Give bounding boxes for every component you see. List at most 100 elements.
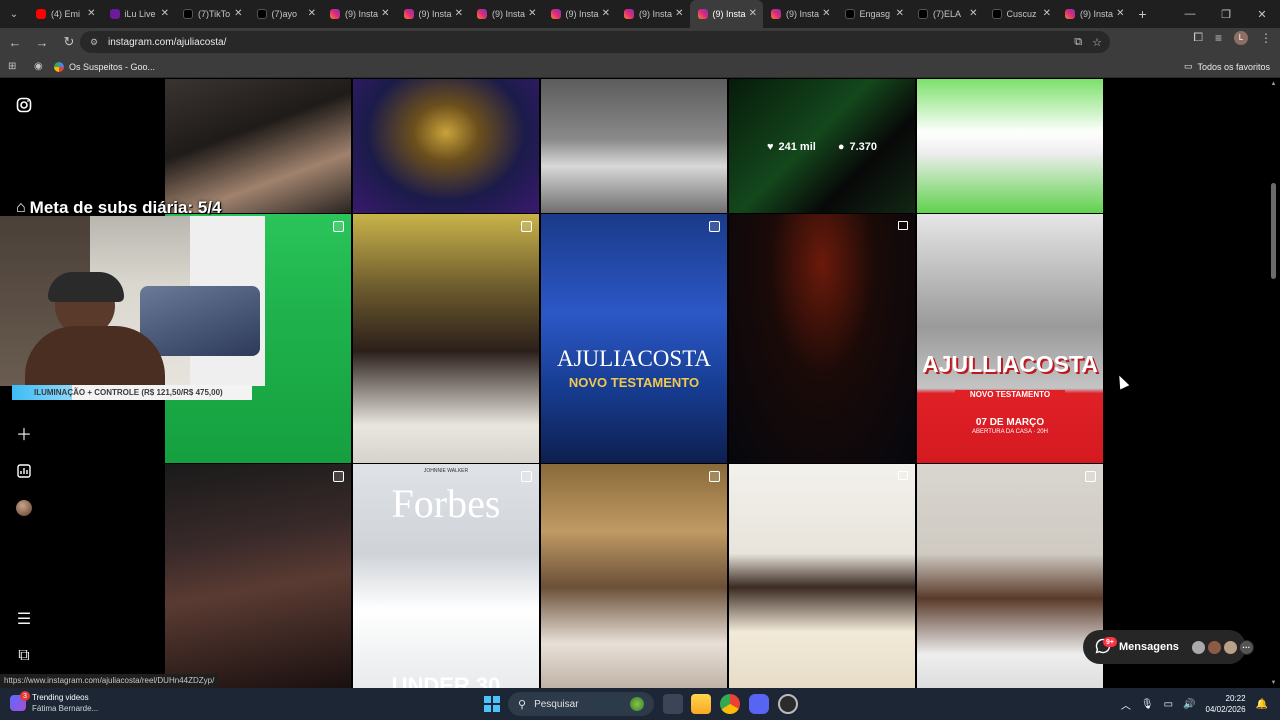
- browser-tab[interactable]: (7)TikTo ✕: [175, 0, 249, 28]
- tab-title: (9) Insta: [345, 9, 379, 19]
- more-menu-icon[interactable]: ☰: [14, 609, 34, 629]
- close-tab-icon[interactable]: ✕: [381, 8, 389, 19]
- post-thumbnail[interactable]: [541, 79, 727, 213]
- menu-kebab-icon[interactable]: ⋮: [1260, 31, 1272, 45]
- event-date: 07 DE MARÇO: [975, 417, 1045, 428]
- close-tab-icon[interactable]: ✕: [969, 8, 977, 19]
- avatar: [1190, 639, 1206, 655]
- file-explorer-icon[interactable]: [691, 694, 711, 714]
- post-thumbnail[interactable]: [917, 464, 1103, 688]
- posts-grid: ♥ 241 mil ● 7.370 AJULIACOSTA NOVO TESTAME…: [165, 79, 1104, 688]
- post-thumbnail[interactable]: JOHNNIE WALKER Forbes UNDER 30: [353, 464, 539, 688]
- taskbar-search[interactable]: ⚲ Pesquisar: [508, 692, 654, 716]
- tab-title: iLu Live: [124, 9, 156, 19]
- scrollbar-thumb[interactable]: [1271, 183, 1276, 279]
- new-tab-button[interactable]: +: [1131, 6, 1155, 22]
- close-window-button[interactable]: ✕: [1244, 0, 1280, 28]
- also-from-meta-icon[interactable]: ⧉: [14, 646, 34, 666]
- post-thumbnail[interactable]: [353, 214, 539, 463]
- browser-tab[interactable]: (7)ayo ✕: [249, 0, 323, 28]
- browser-tab[interactable]: (9) Insta ✕: [763, 0, 837, 28]
- post-thumbnail-hovered[interactable]: ♥ 241 mil ● 7.370: [729, 79, 915, 213]
- reel-icon: [709, 221, 720, 232]
- notifications-icon[interactable]: 🔔: [1256, 699, 1268, 710]
- microphone-icon[interactable]: 🎙: [1141, 699, 1154, 710]
- browser-tab[interactable]: (4) Emi ✕: [28, 0, 102, 28]
- browser-tab[interactable]: (7)ELA ✕: [910, 0, 984, 28]
- browser-tab[interactable]: Cuscuz ✕: [984, 0, 1058, 28]
- site-info-icon[interactable]: ⚙: [90, 37, 100, 47]
- browser-tab[interactable]: (9) Insta ✕: [616, 0, 690, 28]
- bookmark-item[interactable]: Os Suspeitos - Goo...: [54, 61, 155, 72]
- close-tab-icon[interactable]: ✕: [234, 8, 242, 19]
- network-icon[interactable]: ▭: [1164, 699, 1173, 710]
- widgets-button[interactable]: 3 Trending videos Fátima Bernarde...: [10, 691, 98, 714]
- browser-tab[interactable]: iLu Live ✕: [102, 0, 176, 28]
- restore-button[interactable]: ❐: [1208, 0, 1244, 28]
- instagram-icon: [771, 9, 781, 19]
- browser-tab[interactable]: (9) Insta ✕: [469, 0, 543, 28]
- windows-taskbar: 3 Trending videos Fátima Bernarde... ⚲ P…: [0, 688, 1280, 720]
- tray-overflow-icon[interactable]: ︿: [1121, 697, 1131, 712]
- post-thumbnail[interactable]: AJULLIACOSTA NOVO TESTAMENTO 07 DE MARÇO…: [917, 214, 1103, 463]
- chrome-icon[interactable]: [720, 694, 740, 714]
- browser-tab[interactable]: (9) Insta ✕: [689, 0, 763, 28]
- all-bookmarks-button[interactable]: ▭ Todos os favoritos: [1184, 61, 1270, 72]
- browser-tab[interactable]: (9) Insta ✕: [322, 0, 396, 28]
- scroll-down-arrow-icon[interactable]: ▼: [1270, 680, 1277, 686]
- post-thumbnail[interactable]: [353, 79, 539, 213]
- extensions-icon[interactable]: ⧠: [1193, 30, 1203, 45]
- back-button[interactable]: ←: [3, 30, 27, 54]
- dashboard-icon[interactable]: [14, 461, 34, 481]
- messages-button[interactable]: 9+ Mensagens ···: [1083, 630, 1254, 664]
- tab-title: (7)ELA: [933, 9, 962, 19]
- close-tab-icon[interactable]: ✕: [1043, 8, 1051, 19]
- clock[interactable]: 20:22 04/02/2026: [1206, 693, 1246, 715]
- close-tab-icon[interactable]: ✕: [675, 8, 683, 19]
- profile-avatar[interactable]: L: [1234, 30, 1248, 45]
- install-app-icon[interactable]: ⧉: [1074, 36, 1082, 49]
- post-thumbnail[interactable]: [165, 79, 351, 213]
- close-tab-icon[interactable]: ✕: [308, 8, 316, 19]
- close-tab-icon[interactable]: ✕: [602, 8, 610, 19]
- post-thumbnail[interactable]: AJULIACOSTA NOVO TESTAMENTO: [541, 214, 727, 463]
- browser-tab[interactable]: (9) Insta ✕: [396, 0, 470, 28]
- post-thumbnail[interactable]: [729, 464, 915, 688]
- browser-tab[interactable]: (9) Insta ✕: [1057, 0, 1131, 28]
- page-scrollbar[interactable]: ▲ ▼: [1270, 79, 1277, 688]
- post-thumbnail[interactable]: [729, 214, 915, 463]
- reload-button[interactable]: ↻: [57, 30, 81, 54]
- post-thumbnail[interactable]: [541, 464, 727, 688]
- start-button[interactable]: [484, 696, 500, 712]
- forward-button[interactable]: →: [30, 30, 54, 54]
- browser-tab[interactable]: Engasg ✕: [837, 0, 911, 28]
- post-thumbnail[interactable]: [917, 79, 1103, 213]
- profile-nav-item[interactable]: [14, 498, 34, 518]
- task-view-icon[interactable]: [663, 694, 683, 714]
- close-tab-icon[interactable]: ✕: [1116, 8, 1124, 19]
- close-tab-icon[interactable]: ✕: [528, 8, 536, 19]
- tab-title: (9) Insta: [492, 9, 526, 19]
- instagram-logo-icon[interactable]: [14, 95, 34, 115]
- volume-icon[interactable]: 🔊: [1183, 699, 1195, 710]
- minimize-button[interactable]: —: [1172, 0, 1208, 28]
- tab-strip: ⌄ (4) Emi ✕ iLu Live ✕ (7)TikTo ✕ (7)ayo ✕ (9) I…: [0, 0, 1280, 28]
- scroll-up-arrow-icon[interactable]: ▲: [1270, 81, 1277, 87]
- bookmark-star-icon[interactable]: ☆: [1092, 36, 1102, 49]
- post-thumbnail[interactable]: [165, 464, 351, 688]
- create-plus-icon[interactable]: ＋: [14, 423, 34, 444]
- discord-icon[interactable]: [749, 694, 769, 714]
- close-tab-icon[interactable]: ✕: [87, 8, 95, 19]
- tab-search-button[interactable]: ⌄: [0, 0, 28, 28]
- close-tab-icon[interactable]: ✕: [749, 8, 757, 19]
- close-tab-icon[interactable]: ✕: [161, 8, 169, 19]
- address-bar[interactable]: ⚙ instagram.com/ajuliacosta/ ⧉ ☆: [80, 31, 1110, 53]
- browser-tab[interactable]: (9) Insta ✕: [543, 0, 617, 28]
- close-tab-icon[interactable]: ✕: [455, 8, 463, 19]
- apps-grid-icon[interactable]: ⊞: [8, 61, 20, 73]
- close-tab-icon[interactable]: ✕: [896, 8, 904, 19]
- carousel-icon: [898, 471, 908, 480]
- obs-icon[interactable]: [778, 694, 798, 714]
- media-controls-icon[interactable]: ≡: [1215, 31, 1222, 45]
- close-tab-icon[interactable]: ✕: [822, 8, 830, 19]
